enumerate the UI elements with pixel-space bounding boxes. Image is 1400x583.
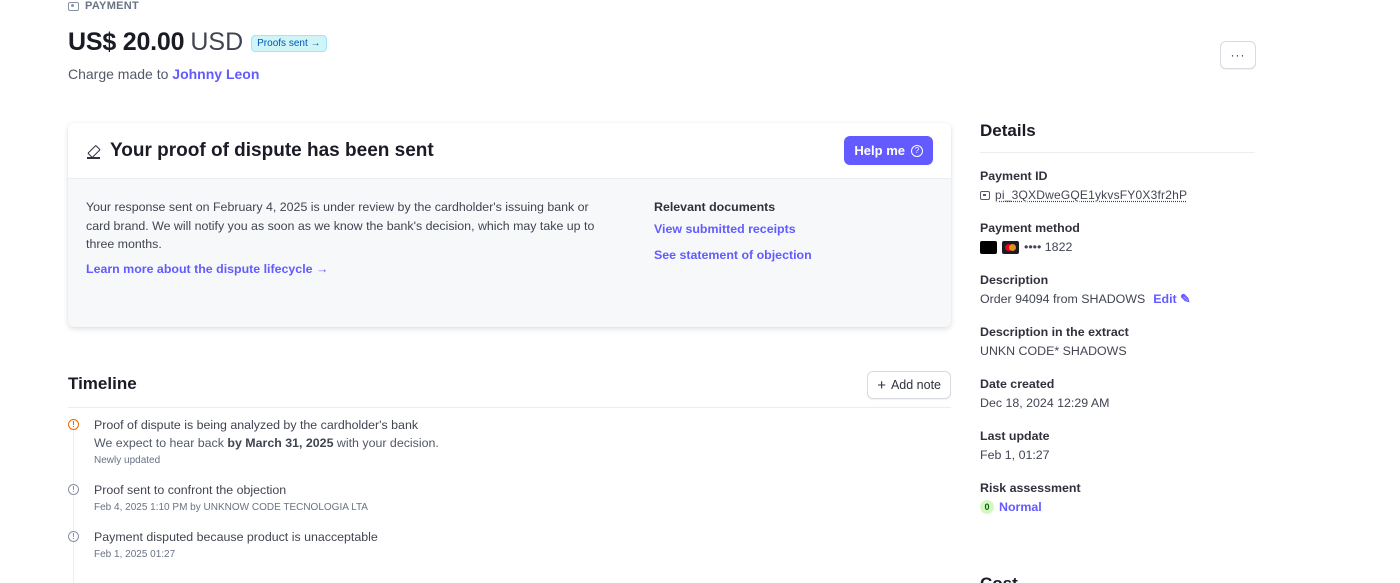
info-icon: ! <box>68 531 79 542</box>
payment-method-value: •••• 1822 <box>980 237 1255 257</box>
charge-line: Charge made to Johnny Leon <box>68 66 259 82</box>
amount-row: US$ 20.00 USD Proofs sent → <box>68 28 327 57</box>
description-row: Description Order 94094 from SHADOWS Edi… <box>980 272 1255 309</box>
extract-description-value: UNKN CODE* SHADOWS <box>980 344 1127 358</box>
view-receipts-link[interactable]: View submitted receipts <box>654 217 812 243</box>
copy-icon[interactable] <box>980 190 990 200</box>
date-created-value: Dec 18, 2024 12:29 AM <box>980 396 1110 410</box>
description-label: Description <box>980 273 1049 287</box>
payment-id-label: Payment ID <box>980 169 1048 183</box>
dispute-description: Your response sent on February 4, 2025 i… <box>86 198 606 278</box>
payment-method-label: Payment method <box>980 221 1080 235</box>
customer-link[interactable]: Johnny Leon <box>172 66 259 82</box>
date-created-label: Date created <box>980 377 1055 391</box>
section-label: PAYMENT <box>68 0 139 12</box>
mastercard-icon <box>1002 240 1019 254</box>
timeline-item-meta: Feb 1, 2025 01:27 <box>94 549 176 560</box>
payment-method-row: Payment method •••• 1822 <box>980 220 1255 257</box>
timeline-item-title: Proof of dispute is being analyzed by th… <box>94 418 419 432</box>
dispute-body-text: Your response sent on February 4, 2025 i… <box>86 200 595 251</box>
payment-icon <box>68 1 79 11</box>
timeline-item: ! Payment disputed because product is un… <box>66 528 946 563</box>
details-title: Details <box>980 118 1255 153</box>
more-actions-button[interactable]: ··· <box>1220 41 1256 69</box>
payment-amount: US$ 20.00 <box>68 28 185 56</box>
question-icon: ? <box>911 144 923 157</box>
add-note-label: Add note <box>890 378 941 392</box>
gavel-icon <box>86 143 102 159</box>
details-panel: Details Payment ID pi_3QXDweGQE1ykvsFY0X… <box>980 118 1255 517</box>
info-icon: ! <box>68 484 79 495</box>
last-update-value: Feb 1, 01:27 <box>980 448 1050 462</box>
help-me-button[interactable]: Help me ? <box>844 136 933 165</box>
extract-description-label: Description in the extract <box>980 325 1129 339</box>
payment-id-row: Payment ID pi_3QXDweGQE1ykvsFY0X3fr2hP <box>980 168 1255 205</box>
warning-icon: ! <box>68 419 79 430</box>
help-me-label: Help me <box>854 143 905 158</box>
risk-assessment-label: Risk assessment <box>980 481 1081 495</box>
pencil-icon: ✎ <box>1180 292 1191 306</box>
risk-assessment-row: Risk assessment 0 Normal <box>980 480 1255 517</box>
dispute-card-header: Your proof of dispute has been sent Help… <box>68 123 951 179</box>
last-update-row: Last update Feb 1, 01:27 <box>980 428 1255 465</box>
timeline-item-title: Payment disputed because product is unac… <box>94 530 378 544</box>
edit-description-link[interactable]: Edit ✎ <box>1153 289 1190 309</box>
timeline-item: ! Proof of dispute is being analyzed by … <box>66 416 946 469</box>
apple-pay-icon <box>980 240 997 254</box>
timeline-item-meta: Feb 4, 2025 1:10 PM by UNKNOW CODE TECNO… <box>94 502 368 513</box>
plus-icon: + <box>877 376 886 394</box>
timeline-item: ! Proof sent to confront the objection F… <box>66 481 946 516</box>
timeline-title: Timeline <box>68 374 137 393</box>
dispute-card-title: Your proof of dispute has been sent <box>86 140 434 162</box>
card-last4: •••• 1822 <box>1024 240 1073 254</box>
date-created-row: Date created Dec 18, 2024 12:29 AM <box>980 376 1255 413</box>
relevant-documents-heading: Relevant documents <box>654 200 776 214</box>
timeline-header: Timeline + Add note <box>68 368 951 408</box>
risk-score-badge: 0 <box>980 500 994 514</box>
timeline-list: ! Proof of dispute is being analyzed by … <box>66 416 946 583</box>
last-update-label: Last update <box>980 429 1050 443</box>
status-badge[interactable]: Proofs sent → <box>251 35 327 52</box>
dispute-card: Your proof of dispute has been sent Help… <box>68 123 951 327</box>
payment-id-value: pi_3QXDweGQE1ykvsFY0X3fr2hP <box>980 185 1255 205</box>
timeline-item-meta: Newly updated <box>94 455 161 466</box>
timeline-item-title: Proof sent to confront the objection <box>94 483 287 497</box>
add-note-button[interactable]: + Add note <box>867 371 951 399</box>
description-text: Order 94094 from SHADOWS <box>980 292 1146 306</box>
section-label-text: PAYMENT <box>85 0 140 12</box>
dispute-card-title-text: Your proof of dispute has been sent <box>110 139 434 161</box>
risk-level-link[interactable]: Normal <box>999 497 1042 517</box>
timeline-item-subtitle: We expect to hear back by March 31, 2025… <box>94 436 439 450</box>
dispute-lifecycle-link[interactable]: Learn more about the dispute lifecycle → <box>86 260 606 279</box>
dispute-card-body: Your response sent on February 4, 2025 i… <box>68 179 951 297</box>
extract-description-row: Description in the extract UNKN CODE* SH… <box>980 324 1255 361</box>
risk-assessment-value: 0 Normal <box>980 497 1255 517</box>
payment-id[interactable]: pi_3QXDweGQE1ykvsFY0X3fr2hP <box>995 185 1187 205</box>
next-section-heading: Cost <box>980 574 1018 583</box>
statement-of-objection-link[interactable]: See statement of objection <box>654 243 812 269</box>
charge-prefix: Charge made to <box>68 66 169 82</box>
relevant-documents: Relevant documents View submitted receip… <box>654 198 812 268</box>
payment-currency: USD <box>190 28 244 56</box>
description-value: Order 94094 from SHADOWS Edit ✎ <box>980 289 1255 309</box>
